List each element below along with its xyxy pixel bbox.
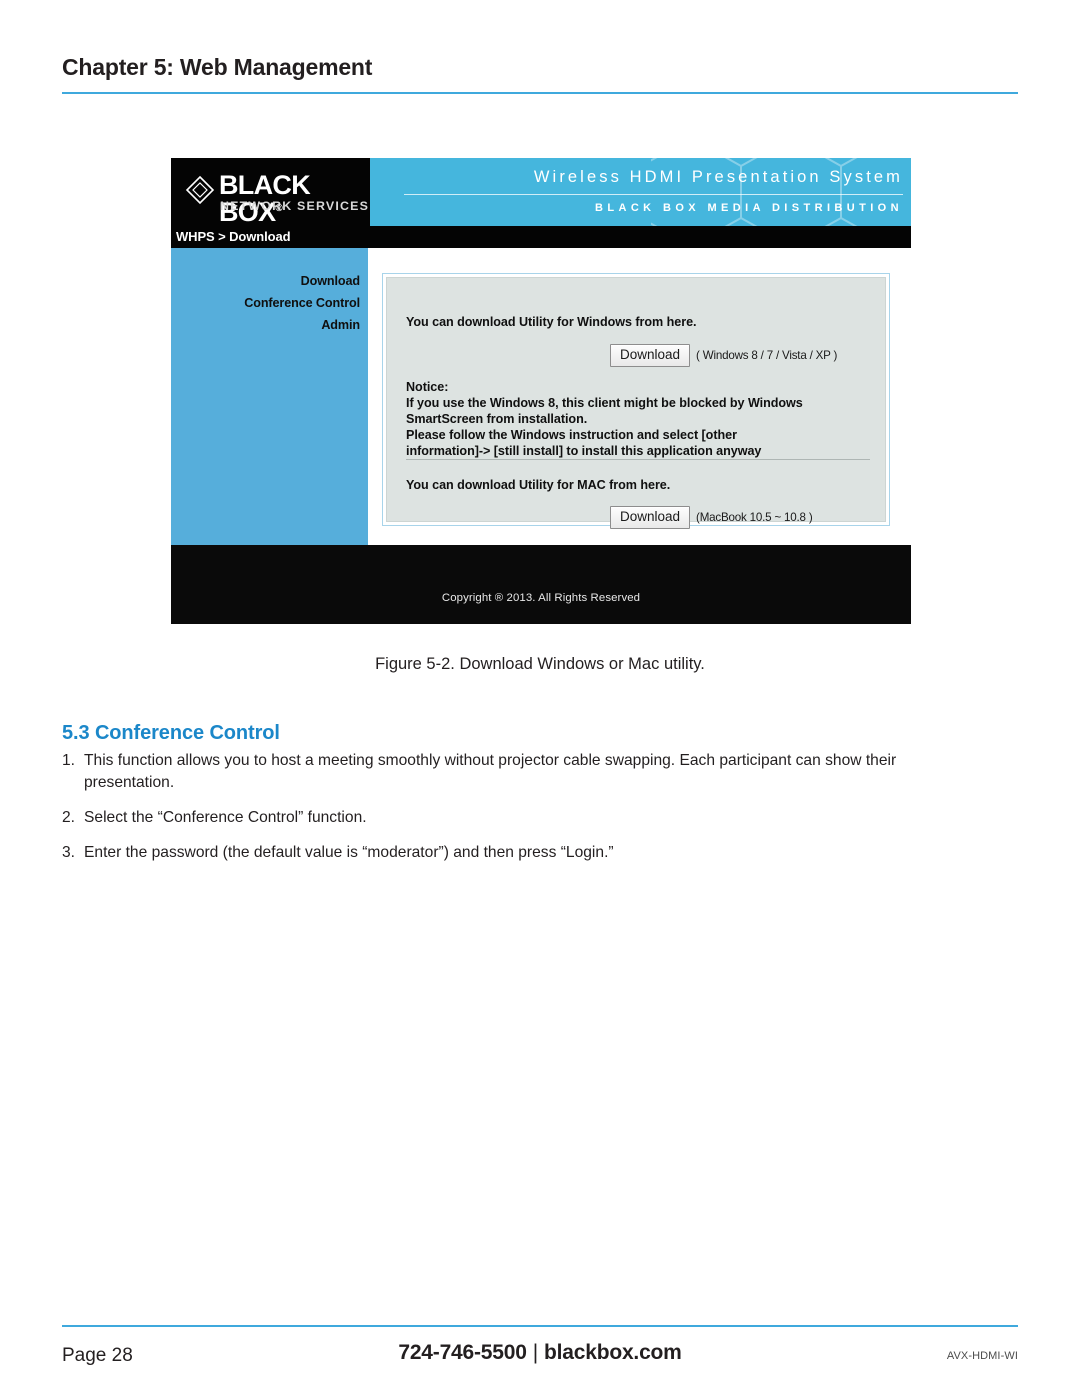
mac-download-button[interactable]: Download — [610, 506, 691, 529]
footer-model-number: AVX-HDMI-WI — [946, 1350, 1018, 1362]
mac-download-note: (MacBook 10.5 ~ 10.8 ) — [696, 510, 813, 524]
breadcrumb-bar: WHPS > Download — [171, 226, 911, 248]
notice-line-1: If you use the Windows 8, this client mi… — [406, 396, 803, 411]
footer-separator: | — [532, 1341, 538, 1364]
banner-primary-text: Wireless HDMI Presentation System — [533, 168, 903, 186]
panel-separator — [406, 459, 870, 460]
sidebar-nav: Download Conference Control Admin — [171, 248, 368, 545]
breadcrumb: WHPS > Download — [176, 229, 291, 244]
list-item: 3. Enter the password (the default value… — [62, 842, 962, 864]
content-panel: You can download Utility for Windows fro… — [382, 273, 890, 529]
logo-tagline: NETWORK SERVICES — [220, 199, 370, 213]
list-item-text: Enter the password (the default value is… — [84, 844, 614, 862]
notice-line-3: Please follow the Windows instruction an… — [406, 428, 737, 443]
mac-download-row: Download (MacBook 10.5 ~ 10.8 ) — [610, 506, 813, 529]
app-header: BLACK BOX® NETWORK SERVICES Wireless HDM… — [171, 158, 911, 226]
sidebar-item-admin[interactable]: Admin — [321, 318, 360, 332]
sidebar-item-conference-control[interactable]: Conference Control — [244, 296, 360, 310]
app-footer: Copyright ® 2013. All Rights Reserved — [171, 545, 911, 624]
list-item-text: Select the “Conference Control” function… — [84, 809, 367, 827]
list-item: 1. This function allows you to host a me… — [62, 750, 962, 794]
section-heading: 5.3 Conference Control — [62, 722, 280, 744]
product-banner: Wireless HDMI Presentation System BLACK … — [370, 158, 911, 226]
list-item: 2. Select the “Conference Control” funct… — [62, 807, 962, 829]
notice-line-2: SmartScreen from installation. — [406, 412, 588, 427]
banner-divider — [404, 194, 903, 195]
footer-divider — [62, 1325, 1018, 1327]
diamond-logo-icon — [185, 175, 215, 205]
windows-download-row: Download ( Windows 8 / 7 / Vista / XP ) — [610, 344, 837, 367]
list-item-number: 3. — [62, 844, 76, 862]
banner-secondary-text: BLACK BOX MEDIA DISTRIBUTION — [595, 202, 903, 214]
list-item-number: 2. — [62, 809, 76, 827]
app-body: Download Conference Control Admin You ca… — [171, 248, 911, 545]
sidebar-item-download[interactable]: Download — [301, 274, 360, 288]
notice-title: Notice: — [406, 380, 449, 394]
brand-logo: BLACK BOX® NETWORK SERVICES — [171, 158, 370, 226]
embedded-screenshot: BLACK BOX® NETWORK SERVICES Wireless HDM… — [171, 158, 911, 624]
footer-contact: 724-746-5500 | blackbox.com — [0, 1341, 1080, 1365]
windows-download-heading: You can download Utility for Windows fro… — [406, 315, 697, 329]
notice-line-4: information]-> [still install] to instal… — [406, 444, 762, 459]
windows-download-note: ( Windows 8 / 7 / Vista / XP ) — [696, 348, 838, 362]
footer-phone: 724-746-5500 — [398, 1341, 527, 1364]
list-item-text: This function allows you to host a meeti… — [84, 752, 897, 792]
content-inner: You can download Utility for Windows fro… — [386, 277, 886, 529]
document-page: Chapter 5: Web Management BLACK BOX® NET… — [0, 0, 1080, 1397]
notice-block: Notice: If you use the Windows 8, this c… — [406, 379, 803, 460]
numbered-step-list: 1. This function allows you to host a me… — [62, 750, 962, 878]
mac-download-heading: You can download Utility for MAC from he… — [406, 478, 671, 492]
header-divider — [62, 92, 1018, 94]
logo-wordmark-text: BLACK BOX — [219, 170, 311, 226]
copyright-text: Copyright ® 2013. All Rights Reserved — [441, 592, 641, 604]
list-item-number: 1. — [62, 752, 76, 769]
footer-website: blackbox.com — [544, 1341, 682, 1364]
page-title: Chapter 5: Web Management — [62, 54, 373, 80]
figure-caption: Figure 5-2. Download Windows or Mac util… — [375, 655, 705, 673]
windows-download-button[interactable]: Download — [610, 344, 691, 367]
